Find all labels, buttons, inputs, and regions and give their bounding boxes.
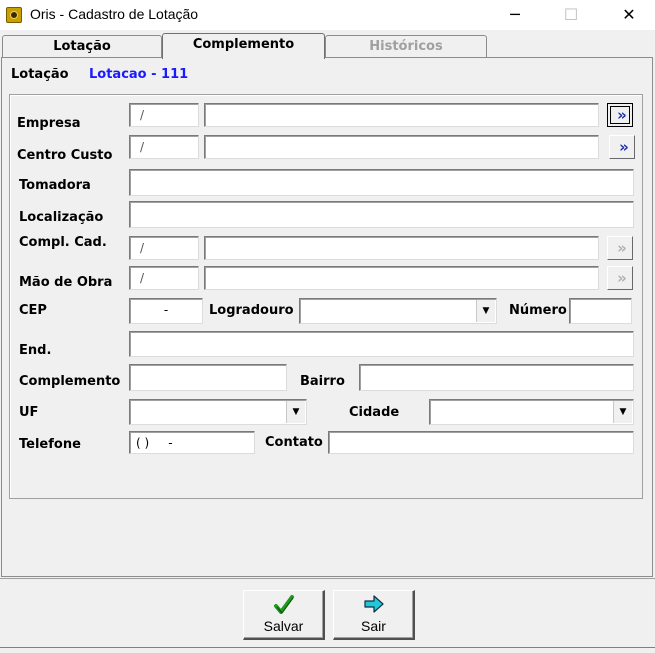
logradouro-label: Logradouro bbox=[209, 303, 294, 318]
minimize-button[interactable]: ─ bbox=[492, 0, 538, 30]
empresa-lookup-button[interactable]: » bbox=[607, 103, 633, 127]
centro-custo-desc-input[interactable] bbox=[204, 135, 599, 159]
double-chevron-icon: » bbox=[617, 106, 627, 124]
tab-complemento[interactable]: Complemento bbox=[162, 33, 325, 59]
status-bar-border bbox=[0, 647, 655, 648]
bairro-label: Bairro bbox=[300, 374, 345, 389]
arrow-right-icon bbox=[334, 594, 413, 618]
app-icon[interactable] bbox=[6, 7, 22, 23]
mao-de-obra-code-input[interactable]: / bbox=[129, 266, 199, 290]
numero-label: Número bbox=[509, 303, 567, 318]
bottom-separator bbox=[0, 578, 655, 579]
contato-input[interactable] bbox=[328, 431, 634, 454]
complemento-label: Complemento bbox=[19, 374, 121, 389]
title-bar: Oris - Cadastro de Lotação ─ ☐ ✕ bbox=[0, 0, 655, 30]
maximize-button: ☐ bbox=[563, 5, 579, 24]
tomadora-label: Tomadora bbox=[19, 178, 91, 193]
lotacao-label: Lotação bbox=[11, 67, 69, 82]
close-button[interactable]: ✕ bbox=[606, 0, 652, 30]
lotacao-value: Lotacao - 111 bbox=[89, 67, 189, 82]
centro-custo-label: Centro Custo bbox=[17, 148, 113, 163]
centro-custo-lookup-button[interactable]: » bbox=[609, 135, 635, 159]
tomadora-input[interactable] bbox=[129, 169, 634, 196]
double-chevron-icon: » bbox=[619, 138, 629, 156]
chevron-down-icon[interactable]: ▼ bbox=[613, 401, 632, 423]
uf-select[interactable]: ▼ bbox=[129, 399, 307, 425]
empresa-label: Empresa bbox=[17, 116, 81, 131]
double-chevron-icon: » bbox=[617, 269, 627, 287]
cep-label: CEP bbox=[19, 303, 47, 318]
compl-cad-desc-input[interactable] bbox=[204, 236, 599, 260]
compl-cad-code-input[interactable]: / bbox=[129, 236, 199, 260]
double-chevron-icon: » bbox=[617, 239, 627, 257]
logradouro-select[interactable]: ▼ bbox=[299, 298, 497, 324]
salvar-label: Salvar bbox=[263, 618, 304, 634]
bairro-input[interactable] bbox=[359, 364, 634, 391]
end-input[interactable] bbox=[129, 331, 634, 357]
mao-de-obra-label: Mão de Obra bbox=[19, 275, 113, 290]
chevron-down-icon[interactable]: ▼ bbox=[476, 300, 495, 322]
numero-input[interactable] bbox=[569, 298, 632, 324]
compl-cad-label: Compl. Cad. bbox=[19, 235, 107, 250]
end-label: End. bbox=[19, 343, 52, 358]
window-title: Oris - Cadastro de Lotação bbox=[30, 6, 199, 22]
salvar-button[interactable]: Salvar bbox=[243, 590, 325, 640]
checkmark-icon bbox=[244, 594, 323, 618]
sair-button[interactable]: Sair bbox=[333, 590, 415, 640]
mao-de-obra-lookup-button: » bbox=[607, 266, 633, 290]
empresa-code-input[interactable]: / bbox=[129, 103, 199, 127]
telefone-input[interactable]: ( ) - bbox=[129, 431, 255, 454]
cidade-select[interactable]: ▼ bbox=[429, 399, 634, 425]
tab-lotacao[interactable]: Lotação bbox=[2, 35, 162, 57]
sair-label: Sair bbox=[361, 618, 386, 634]
complemento-input[interactable] bbox=[129, 364, 287, 391]
tab-historicos: Históricos bbox=[325, 35, 487, 57]
localizacao-label: Localização bbox=[19, 210, 104, 225]
uf-label: UF bbox=[19, 405, 39, 420]
contato-label: Contato bbox=[265, 435, 323, 450]
cidade-label: Cidade bbox=[349, 405, 400, 420]
empresa-desc-input[interactable] bbox=[204, 103, 599, 127]
chevron-down-icon[interactable]: ▼ bbox=[286, 401, 305, 423]
localizacao-input[interactable] bbox=[129, 201, 634, 228]
mao-de-obra-desc-input[interactable] bbox=[204, 266, 599, 290]
compl-cad-lookup-button: » bbox=[607, 236, 633, 260]
telefone-label: Telefone bbox=[19, 437, 81, 452]
cep-input[interactable]: - bbox=[129, 298, 203, 324]
centro-custo-code-input[interactable]: / bbox=[129, 135, 199, 159]
